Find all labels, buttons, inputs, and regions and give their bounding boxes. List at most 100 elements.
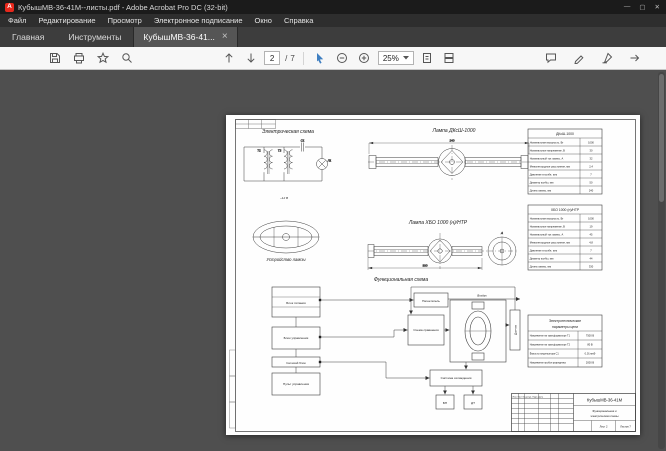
electrical-schematic: Т1 Т2 С1 Л1 [244,139,332,181]
table2-r4-value: 7 [590,249,592,253]
tab-close-icon[interactable]: × [222,32,228,42]
highlight-button[interactable] [571,50,588,67]
arrow-up-icon [223,52,235,64]
left-edge-stamps [230,350,236,428]
table2-r5-label: Диаметр колбы, мм [530,257,554,261]
print-icon [73,52,85,64]
print-button[interactable] [70,50,87,67]
tab-bar: Главная Инструменты КубышМВ-36-41... × [0,27,666,47]
block-dt-label: ДТ [471,401,475,405]
search-icon [121,52,133,64]
tab-document[interactable]: КубышМВ-36-41... × [133,27,237,47]
zoom-in-button[interactable] [356,50,373,67]
table2-r3-value: 4,8 [589,241,593,245]
table3-r0-value: 7500 В [586,334,594,338]
lamp1-dimension: 240 [449,139,454,143]
stamp-doc-code: КубышМВ-36-41М [587,398,623,403]
air-flow-label: Воздух [477,294,487,298]
table3-r3-label: Напряжение пробоя разрядника [530,362,567,365]
close-button[interactable]: ✕ [655,3,660,11]
zoom-out-button[interactable] [334,50,351,67]
sketch-caption: Устройство лампы [266,257,305,262]
menu-window[interactable]: Окно [249,14,278,27]
table1-r6-value: 240 [589,189,594,193]
star-icon [97,52,109,64]
acrobat-window: A КубышМВ-36-41М--листы.pdf - Adobe Acro… [0,0,666,451]
menu-edit[interactable]: Редактирование [32,14,101,27]
acrobat-app-icon: A [5,3,14,12]
search-button[interactable] [118,50,135,67]
menu-bar: Файл Редактирование Просмотр Электронное… [0,14,666,27]
signature-pen-icon [601,52,613,64]
page-count: / 7 [285,54,295,63]
stamp-name-line1: Функциональная и [592,409,617,413]
detail-view-label: А [500,231,503,235]
arrow-down-icon [245,52,257,64]
block-sensor-label: Датчик [514,324,518,335]
table1-r1-value: 30 [590,149,593,153]
table2-r3-label: Межэлектродное расстояние, мм [530,241,570,245]
table1-r2-label: Номинальный ток лампы, А [530,157,564,161]
label-c1: С1 [301,139,305,143]
table2-r1-value: 19 [590,225,593,229]
table2-r6-label: Длина лампы, мм [530,265,552,269]
lamp2-drawing: А 330 [368,231,516,270]
previous-page-button[interactable] [220,50,237,67]
table3-r0-label: Напряжение на трансформаторе Т1 [530,335,571,338]
table2-r2-value: 45 [590,233,593,237]
tab-home[interactable]: Главная [0,27,56,47]
lamp2-caption: Лампа ХБО 1000 (н)/НТР [408,220,468,226]
table1-title: ДКсШ-1000 [556,132,574,136]
table1-r0-label: Номинальная мощность, Вт [530,141,564,145]
voltage-label: ~12 В [280,196,288,200]
menu-help[interactable]: Справка [278,14,319,27]
save-icon [49,52,61,64]
zoom-in-icon [358,52,370,64]
maximize-button[interactable]: ▢ [639,3,645,11]
block-power-label: Блок питания [286,301,306,305]
stamp-sheets: Листов 7 [620,425,631,429]
zoom-out-icon [336,52,348,64]
minimize-button[interactable]: — [624,3,631,11]
save-button[interactable] [46,50,63,67]
table3-title-line1: Электротехнические [549,319,581,323]
table2-r4-label: Давление в колбе, атм [530,249,558,253]
table1-r6-label: Длина лампы, мм [530,189,552,193]
zoom-level-dropdown[interactable]: 25% [378,51,414,65]
block-net-label: Сетевой блок [286,361,306,365]
comment-button[interactable] [543,50,560,67]
block-panel-label: Пульт управления [283,382,309,386]
menu-esign[interactable]: Электронное подписание [148,14,249,27]
page-number-input[interactable]: 2 [264,51,280,65]
vertical-scrollbar[interactable] [658,72,665,449]
window-title: КубышМВ-36-41М--листы.pdf - Adobe Acroba… [18,3,624,12]
table1-r0-value: 1000 [588,141,594,145]
share-button[interactable] [627,50,644,67]
scrollbar-thumb[interactable] [659,74,664,202]
cursor-icon [314,52,326,64]
select-tool-button[interactable] [312,50,329,67]
main-toolbar: 2 / 7 25% [0,47,666,70]
functional-schema-caption: Функциональная схема [374,277,429,283]
pdf-page[interactable]: Электрическая схема [226,115,640,435]
table3-r1-label: Напряжение на трансформаторе Т2 [530,344,571,347]
title-bar: A КубышМВ-36-41М--листы.pdf - Adobe Acro… [0,0,666,14]
lamp-housing-sketch [253,221,319,253]
menu-file[interactable]: Файл [2,14,32,27]
tab-tools[interactable]: Инструменты [56,27,133,47]
star-button[interactable] [94,50,111,67]
table2-title: ХБО 1000 (н)/НТР [551,208,580,212]
sign-button[interactable] [599,50,616,67]
block-bp-label: БП [443,401,447,405]
lamp2-dimension: 330 [422,264,427,268]
table3-title-line2: параметры цепи [552,325,578,329]
table3-r3-value: 2000 В [586,361,594,365]
page-display-button[interactable] [441,50,458,67]
label-t1: Т1 [257,149,261,153]
menu-view[interactable]: Просмотр [102,14,148,27]
caret-down-icon [403,56,409,60]
fit-page-button[interactable] [419,50,436,67]
block-control-label: Блок управления [284,336,309,340]
table1-r3-value: 2,4 [589,165,593,169]
next-page-button[interactable] [242,50,259,67]
